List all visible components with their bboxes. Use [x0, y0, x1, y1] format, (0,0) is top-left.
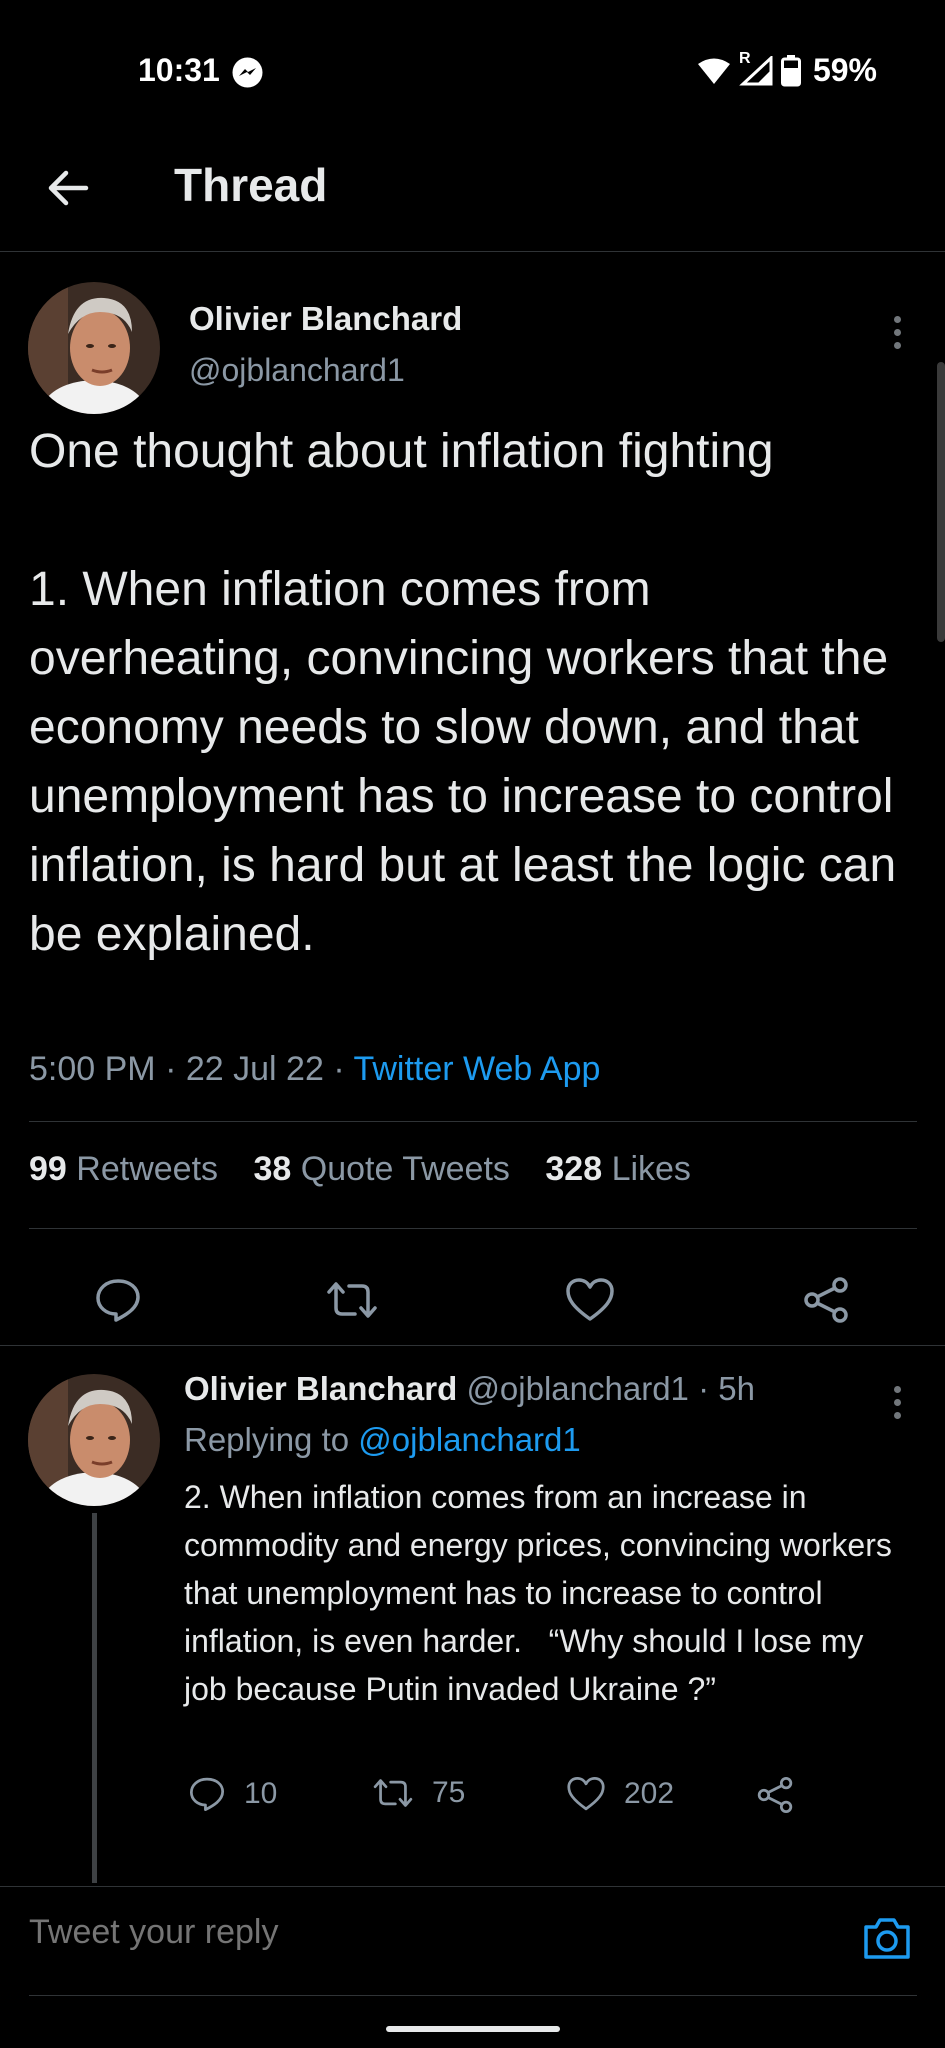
author-handle[interactable]: @ojblanchard1 [189, 352, 405, 389]
comment-icon [96, 1279, 140, 1322]
retweets-stat[interactable]: 99 Retweets [29, 1150, 218, 1188]
replying-to: Replying to @ojblanchard1 [184, 1421, 581, 1459]
divider [0, 1345, 945, 1346]
retweet-icon [327, 1282, 377, 1318]
battery-icon [780, 54, 801, 87]
share-icon [804, 1277, 848, 1323]
quote-tweets-stat[interactable]: 38 Quote Tweets [253, 1150, 509, 1188]
likes-stat[interactable]: 328 Likes [545, 1150, 691, 1188]
retweets-label: Retweets [76, 1150, 219, 1188]
retweet-button[interactable] [322, 1270, 382, 1330]
comment-icon [189, 1777, 225, 1812]
quotes-count: 38 [253, 1150, 292, 1188]
dot [893, 1398, 901, 1406]
cell-signal-icon: R [739, 50, 773, 86]
separator: · [698, 1370, 710, 1407]
likes-count: 328 [545, 1150, 603, 1188]
divider [29, 1995, 917, 1996]
replying-to-handle[interactable]: @ojblanchard1 [358, 1421, 580, 1458]
reply-count: 10 [244, 1777, 278, 1810]
tweet-stats: 99 Retweets 38 Quote Tweets 328 Likes [29, 1150, 691, 1189]
status-bar: 10:31 R 59% [0, 0, 945, 130]
quotes-label: Quote Tweets [300, 1150, 510, 1188]
thread-connector-line [92, 1513, 97, 1883]
page-title: Thread [174, 159, 328, 211]
arrow-left-icon [48, 170, 89, 206]
retweet-button[interactable]: 75 [372, 1776, 465, 1810]
wifi-icon [697, 57, 731, 85]
reply-input[interactable] [29, 1913, 829, 1952]
reply-tweet-actions: 10 75 202 [184, 1776, 904, 1826]
share-button[interactable] [796, 1270, 856, 1330]
tweet-time: 5:00 PM [29, 1050, 156, 1088]
retweets-count: 99 [29, 1150, 67, 1188]
author-name[interactable]: Olivier Blanchard [189, 300, 462, 338]
tweet-source-link[interactable]: Twitter Web App [353, 1050, 600, 1088]
dot [893, 1411, 901, 1419]
avatar[interactable] [28, 282, 160, 414]
more-options-button[interactable] [877, 302, 917, 362]
like-button[interactable]: 202 [566, 1776, 674, 1812]
more-options-button[interactable] [877, 1372, 917, 1432]
status-icons: R 59% [697, 50, 877, 89]
battery-percent: 59% [812, 52, 877, 88]
back-button[interactable] [42, 162, 94, 214]
camera-icon [864, 1918, 910, 1959]
share-icon [757, 1776, 793, 1814]
separator: · [165, 1050, 186, 1088]
home-indicator[interactable] [386, 2026, 560, 2032]
heart-icon [567, 1776, 605, 1811]
tweet-date: 22 Jul 22 [185, 1050, 324, 1088]
author-name[interactable]: Olivier Blanchard [184, 1370, 457, 1407]
camera-button[interactable] [860, 1911, 914, 1965]
retweet-icon [373, 1779, 413, 1807]
tweet-age: 5h [718, 1370, 755, 1407]
top-app-bar: Thread [0, 130, 945, 252]
status-time: 10:31 [138, 52, 220, 88]
tweet-text: One thought about inflation fighting 1. … [29, 425, 897, 961]
tweet-meta: 5:00 PM · 22 Jul 22 · Twitter Web App [29, 1050, 600, 1089]
dot [893, 1385, 901, 1393]
share-button[interactable] [756, 1776, 794, 1814]
replying-prefix: Replying to [184, 1421, 350, 1458]
reply-composer [0, 1886, 945, 1996]
separator: · [333, 1050, 354, 1088]
roaming-label: R [738, 49, 751, 67]
like-button[interactable] [560, 1270, 620, 1330]
reply-button[interactable]: 10 [188, 1776, 277, 1812]
scrollbar[interactable] [937, 362, 945, 642]
like-count: 202 [624, 1777, 675, 1810]
likes-label: Likes [611, 1150, 691, 1188]
messenger-icon [232, 57, 263, 88]
heart-icon [566, 1278, 614, 1321]
tweet-text: 2. When inflation comes from an increase… [184, 1479, 901, 1707]
reply-header: Olivier Blanchard @ojblanchard1 · 5h [184, 1370, 755, 1408]
tweet-actions [0, 1258, 945, 1338]
dot [893, 315, 901, 323]
retweet-count: 75 [432, 1776, 466, 1809]
avatar[interactable] [28, 1374, 160, 1506]
divider [29, 1121, 917, 1122]
divider [29, 1228, 917, 1229]
dot [893, 341, 901, 349]
author-handle[interactable]: @ojblanchard1 [466, 1370, 688, 1407]
reply-button[interactable] [88, 1270, 148, 1330]
dot [893, 328, 901, 336]
